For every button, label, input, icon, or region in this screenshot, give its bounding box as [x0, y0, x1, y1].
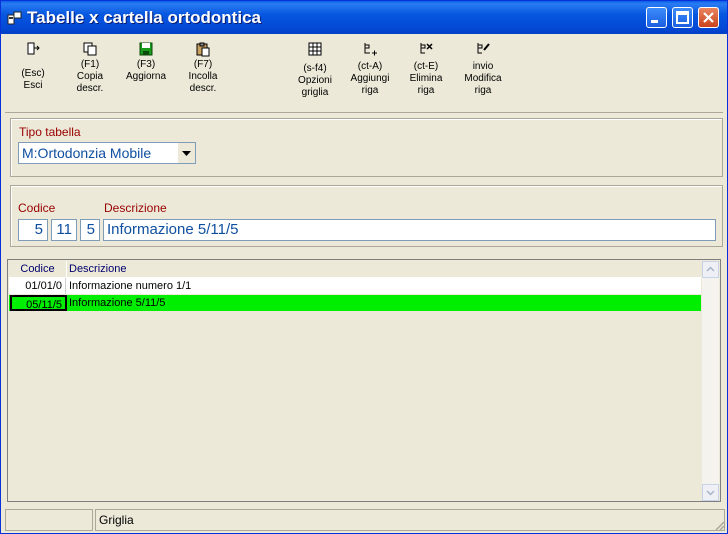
edit-row-tool[interactable]: invio Modifica riga	[459, 41, 507, 97]
copy-descr-tool[interactable]: (F1) Copia descr.	[71, 41, 109, 95]
tool-label: Opzioni griglia	[298, 75, 332, 98]
exit-tool[interactable]: (Esc) Esci	[15, 41, 51, 92]
tipo-tabella-select[interactable]: M:Ortodonzia Mobile	[18, 142, 196, 164]
tool-label: Elimina riga	[409, 73, 443, 96]
descrizione-field[interactable]: Informazione 5/11/5	[103, 219, 716, 241]
tool-key: (ct-E)	[413, 61, 439, 72]
cell-codice: 01/01/0	[9, 278, 66, 294]
close-button[interactable]	[698, 7, 719, 28]
tool-key: (ct-A)	[357, 61, 383, 72]
paste-descr-tool[interactable]: (F7) Incolla descr.	[182, 41, 224, 95]
data-grid: Codice Descrizione 01/01/0 Informazione …	[7, 259, 721, 502]
tool-key: (F7)	[193, 59, 213, 70]
tool-label: Aggiungi riga	[350, 73, 390, 96]
dropdown-button[interactable]	[177, 143, 195, 163]
status-panel-1	[5, 509, 93, 531]
tool-label: Esci	[23, 80, 43, 91]
codice-group: Codice Descrizione 5 11 5 Informazione 5…	[10, 185, 723, 247]
descrizione-label: Descrizione	[104, 201, 167, 215]
save-icon	[139, 42, 153, 56]
tool-label: Modifica riga	[464, 73, 502, 96]
status-panel-2: Griglia	[95, 509, 725, 531]
codice-part2-field[interactable]: 11	[51, 219, 77, 241]
exit-icon	[27, 42, 40, 55]
column-header-descrizione[interactable]: Descrizione	[67, 261, 704, 278]
title-bar[interactable]: Tabelle x cartella ortodontica	[1, 1, 727, 34]
tool-label: Incolla descr.	[188, 71, 218, 94]
tool-label: Copia descr.	[76, 71, 104, 94]
resize-grip-icon[interactable]	[713, 519, 725, 531]
vertical-scrollbar[interactable]	[702, 261, 719, 501]
grid-options-tool[interactable]: (s-f4) Opzioni griglia	[293, 41, 337, 99]
table-row[interactable]: 01/01/0 Informazione numero 1/1	[9, 278, 701, 294]
paste-icon	[196, 42, 210, 57]
maximize-icon	[676, 11, 689, 24]
copy-icon	[83, 42, 97, 56]
tool-key: (F1)	[80, 59, 100, 70]
scroll-down-button[interactable]	[702, 484, 719, 501]
tool-key: (Esc)	[21, 68, 45, 79]
window-title: Tabelle x cartella ortodontica	[27, 8, 261, 27]
add-row-icon	[364, 43, 377, 56]
toolbar-separator	[5, 112, 723, 113]
delete-row-icon	[420, 43, 433, 54]
update-tool[interactable]: (F3) Aggiorna	[122, 41, 170, 83]
add-row-tool[interactable]: (ct-A) Aggiungi riga	[345, 41, 395, 97]
cell-descrizione: Informazione numero 1/1	[69, 280, 192, 292]
chevron-up-icon	[706, 266, 715, 272]
codice-label: Codice	[18, 201, 56, 215]
cell-descrizione: Informazione 5/11/5	[69, 297, 166, 309]
chevron-down-icon	[182, 151, 191, 156]
tool-key: invio	[472, 61, 494, 72]
grid-options-icon	[308, 42, 322, 56]
delete-row-tool[interactable]: (ct-E) Elimina riga	[405, 41, 447, 97]
cell-codice: 05/11/5	[10, 295, 67, 311]
tool-label: Aggiorna	[125, 71, 167, 82]
close-icon	[703, 12, 714, 23]
toolbar: (Esc) Esci (F1) Copia descr. (F3) Aggior…	[1, 34, 727, 112]
status-bar: Griglia	[5, 509, 725, 531]
maximize-button[interactable]	[672, 7, 693, 28]
app-icon	[7, 11, 22, 25]
table-row[interactable]: 05/11/5 Informazione 5/11/5	[9, 295, 701, 311]
scroll-up-button[interactable]	[702, 261, 719, 278]
tool-key: (F3)	[136, 59, 156, 70]
edit-row-icon	[477, 43, 490, 54]
minimize-icon	[651, 20, 658, 23]
minimize-button[interactable]	[646, 7, 667, 28]
chevron-down-icon	[706, 490, 715, 496]
codice-part3-field[interactable]: 5	[80, 219, 100, 241]
grid-body: Codice Descrizione 01/01/0 Informazione …	[9, 261, 704, 501]
column-header-codice[interactable]: Codice	[9, 261, 67, 278]
main-window: Tabelle x cartella ortodontica (Esc) Esc…	[0, 0, 728, 534]
codice-part1-field[interactable]: 5	[18, 219, 48, 241]
tipo-tabella-value: M:Ortodonzia Mobile	[22, 145, 152, 161]
tipo-tabella-label: Tipo tabella	[19, 125, 81, 139]
tipo-tabella-group: Tipo tabella M:Ortodonzia Mobile	[10, 118, 723, 177]
tool-key: (s-f4)	[303, 63, 327, 74]
